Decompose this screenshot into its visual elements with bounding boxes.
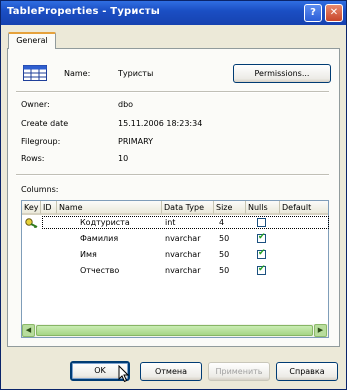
filegroup-label: Filegroup: (21, 137, 61, 146)
table-row-size[interactable]: 50 (219, 266, 229, 275)
table-row-type[interactable]: nvarchar (165, 266, 200, 275)
horizontal-scrollbar[interactable]: ◀ ▶ (22, 324, 328, 337)
nulls-checkbox[interactable] (257, 248, 266, 259)
table-row-type[interactable]: nvarchar (165, 250, 200, 259)
column-header-datatype[interactable]: Data Type (162, 201, 214, 215)
create-date-label: Create date (21, 119, 69, 128)
nulls-checkbox[interactable] (257, 264, 266, 275)
create-date-value: 15.11.2006 18:23:34 (118, 119, 203, 128)
title-bar[interactable]: TableProperties - Туристы ? ✕ (1, 1, 346, 25)
dialog-window: TableProperties - Туристы ? ✕ General Na… (0, 0, 347, 390)
key-icon (25, 218, 38, 228)
table-row-name[interactable]: Имя (80, 250, 97, 259)
table-row-type[interactable]: int (165, 218, 175, 227)
table-row-type[interactable]: nvarchar (165, 234, 200, 243)
rows-value: 10 (118, 154, 129, 163)
cancel-button[interactable]: Отмена (140, 362, 202, 381)
scroll-right-icon[interactable]: ▶ (314, 324, 327, 337)
table-row-name[interactable]: Отчество (80, 266, 119, 275)
table-row-size[interactable]: 50 (219, 250, 229, 259)
nulls-checkbox[interactable] (257, 218, 266, 227)
column-header-key[interactable]: Key (22, 201, 41, 215)
separator (16, 91, 329, 93)
nulls-checkbox[interactable] (257, 232, 266, 243)
help-title-button[interactable]: ? (304, 4, 322, 22)
close-button[interactable]: ✕ (325, 4, 343, 22)
name-value: Туристы (118, 69, 154, 78)
tab-general[interactable]: General (8, 32, 56, 49)
column-header-default[interactable]: Default (280, 201, 328, 215)
scroll-left-icon[interactable]: ◀ (22, 324, 35, 337)
columns-grid[interactable]: Key ID Name Data Type Size Nulls Default… (21, 200, 329, 338)
rows-label: Rows: (21, 154, 45, 163)
table-row-name[interactable]: Кодтуриста (80, 218, 130, 227)
table-row-size[interactable]: 50 (219, 234, 229, 243)
table-row-size[interactable]: 4 (219, 218, 224, 227)
window-title: TableProperties - Туристы (7, 6, 160, 17)
filegroup-value: PRIMARY (118, 137, 154, 146)
columns-label: Columns: (21, 185, 59, 194)
column-header-name[interactable]: Name (57, 201, 162, 215)
permissions-button[interactable]: Permissions... (233, 64, 331, 83)
column-header-size[interactable]: Size (214, 201, 246, 215)
table-row-name[interactable]: Фамилия (80, 234, 118, 243)
name-label: Name: (64, 69, 91, 78)
apply-button[interactable]: Применить (208, 362, 270, 381)
help-button[interactable]: Справка (276, 362, 338, 381)
column-header-nulls[interactable]: Nulls (246, 201, 280, 215)
owner-label: Owner: (21, 100, 50, 109)
owner-value: dbo (118, 100, 134, 109)
mouse-cursor-icon (118, 365, 130, 383)
separator (16, 174, 329, 176)
table-icon (23, 65, 47, 81)
scroll-thumb[interactable] (36, 325, 313, 336)
column-header-id[interactable]: ID (41, 201, 57, 215)
